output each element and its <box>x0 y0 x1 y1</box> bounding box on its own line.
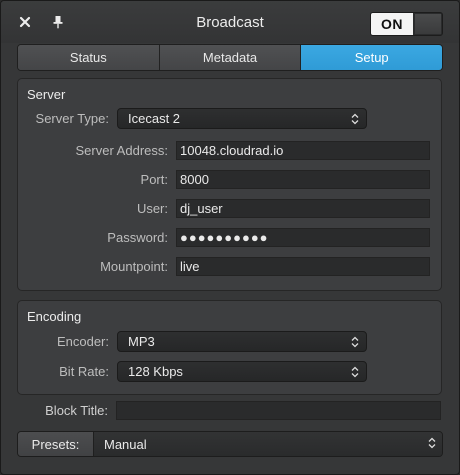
bitrate-label: Bit Rate: <box>59 364 109 379</box>
tab-bar: Status Metadata Setup <box>17 44 443 71</box>
up-down-chevron-icon <box>351 113 359 125</box>
server-type-label: Server Type: <box>35 111 109 126</box>
tab-setup[interactable]: Setup <box>301 45 442 70</box>
port-field[interactable]: 8000 <box>176 170 430 189</box>
bitrate-value: 128 Kbps <box>128 364 183 379</box>
close-button[interactable] <box>15 12 35 32</box>
presets-label: Presets: <box>18 432 94 456</box>
up-down-chevron-icon <box>428 437 436 449</box>
encoding-section-title: Encoding <box>27 309 82 324</box>
close-icon <box>19 16 31 28</box>
window-title: Broadcast <box>196 14 264 31</box>
on-off-toggle[interactable]: ON <box>370 12 443 36</box>
presets-bar: Presets: Manual <box>17 431 443 457</box>
mountpoint-label: Mountpoint: <box>100 259 168 274</box>
broadcast-window: Broadcast ON Status Metadata Setup Serve… <box>0 0 460 475</box>
up-down-chevron-icon <box>351 336 359 348</box>
presets-popup[interactable]: Manual <box>94 432 442 456</box>
tab-status[interactable]: Status <box>18 45 160 70</box>
pin-button[interactable] <box>48 12 68 32</box>
port-label: Port: <box>140 172 168 187</box>
toggle-knob[interactable] <box>415 14 441 34</box>
server-address-field[interactable]: 10048.cloudrad.io <box>176 141 430 160</box>
block-title-field[interactable] <box>116 401 441 420</box>
server-type-value: Icecast 2 <box>128 111 181 126</box>
server-group: Server Server Type: Icecast 2 Server Add… <box>17 78 442 291</box>
encoding-group: Encoding Encoder: MP3 Bit Rate: 128 Kbps <box>17 300 442 395</box>
encoder-popup[interactable]: MP3 <box>117 331 367 352</box>
presets-value: Manual <box>104 436 147 452</box>
user-label: User: <box>136 201 168 216</box>
password-field[interactable]: ●●●●●●●●●● <box>176 228 430 247</box>
encoder-label: Encoder: <box>56 334 109 349</box>
bitrate-popup[interactable]: 128 Kbps <box>117 361 367 382</box>
server-address-label: Server Address: <box>75 143 169 158</box>
toggle-on-label: ON <box>371 13 413 35</box>
tab-metadata[interactable]: Metadata <box>159 45 302 70</box>
server-type-popup[interactable]: Icecast 2 <box>117 108 367 129</box>
block-title-label: Block Title: <box>45 403 108 418</box>
up-down-chevron-icon <box>351 366 359 378</box>
server-section-title: Server <box>27 87 66 102</box>
encoder-value: MP3 <box>128 334 155 349</box>
pin-icon <box>53 16 63 29</box>
mountpoint-field[interactable]: live <box>176 257 430 276</box>
title-bar: Broadcast ON <box>1 1 459 43</box>
password-label: Password: <box>107 230 168 245</box>
user-field[interactable]: dj_user <box>176 199 430 218</box>
